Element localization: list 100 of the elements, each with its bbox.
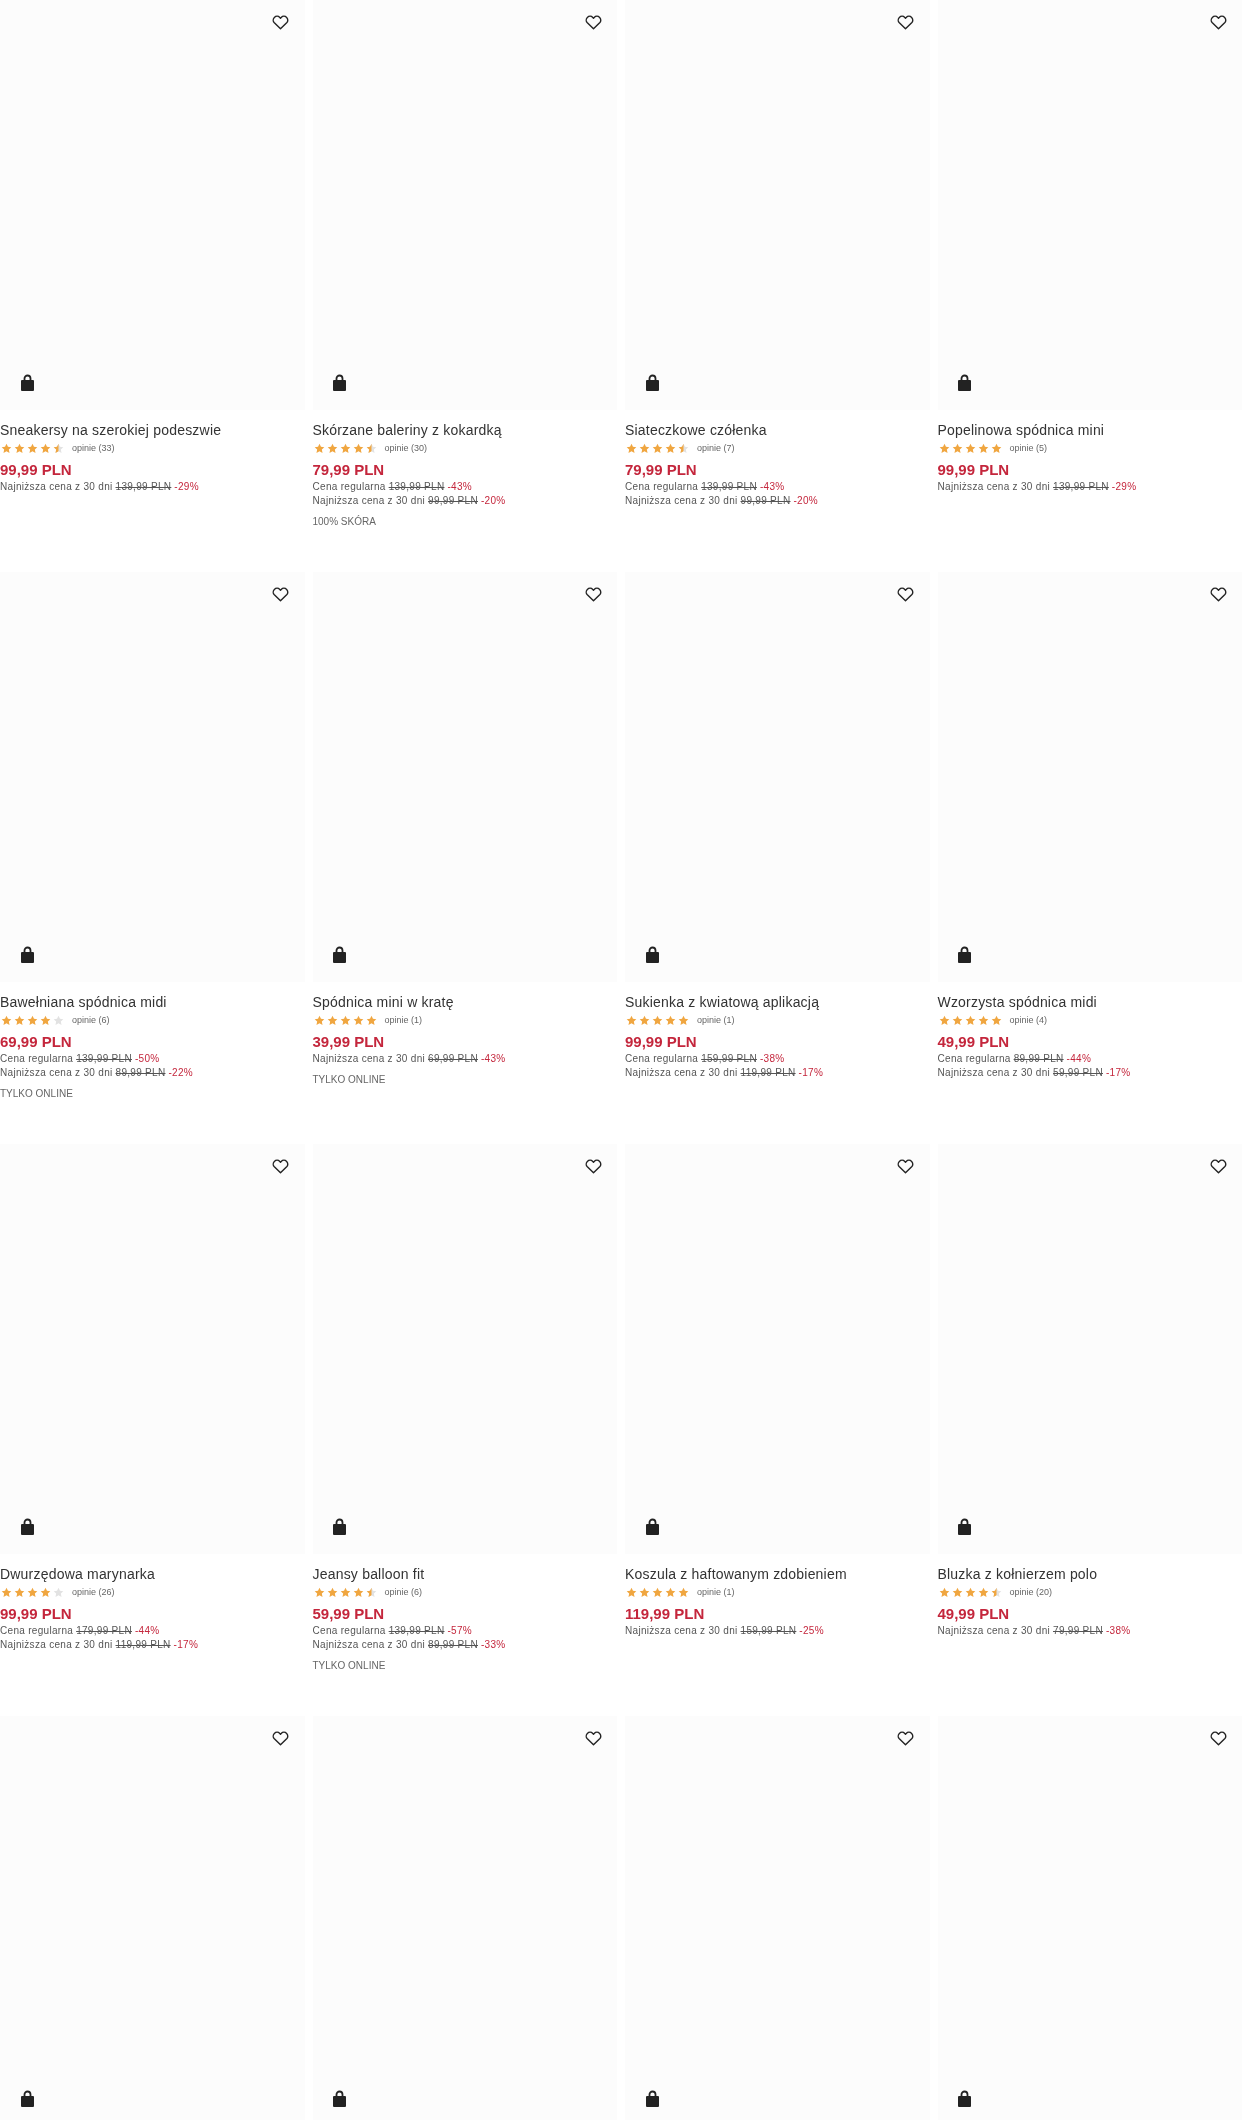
star-icon <box>339 1587 351 1599</box>
add-to-bag-button[interactable] <box>955 945 974 965</box>
product-title[interactable]: Spódnica mini w kratę <box>312 992 617 1012</box>
star-icon <box>938 443 950 455</box>
price-label: Najniższa cena z 30 dni <box>312 493 425 508</box>
product-title[interactable]: Koszula z haftowanym zdobieniem <box>625 1564 930 1584</box>
half-star-icon <box>678 443 689 455</box>
product-title[interactable]: Popelinowa spódnica mini <box>937 420 1242 440</box>
old-price: 119,99 PLN <box>115 1637 171 1652</box>
price-label: Najniższa cena z 30 dni <box>312 1637 425 1652</box>
star-icon <box>990 1015 1002 1027</box>
add-to-bag-button[interactable] <box>330 373 349 393</box>
old-price: 139,99 PLN <box>701 479 757 494</box>
old-price: 69,99 PLN <box>428 1051 478 1066</box>
add-to-bag-button[interactable] <box>18 373 36 393</box>
discount-percent: -43% <box>481 1051 506 1066</box>
half-star-icon <box>990 1587 1002 1599</box>
star-icon <box>652 1015 663 1027</box>
discount-percent: -50% <box>134 1051 160 1066</box>
star-icon <box>339 443 351 455</box>
old-price: 89,99 PLN <box>428 1637 478 1652</box>
star-icon <box>964 1015 976 1027</box>
old-price: 59,99 PLN <box>1053 1065 1103 1080</box>
price-label: Cena regularna <box>625 1051 699 1066</box>
star-icon <box>639 1587 650 1599</box>
add-to-bag-button[interactable] <box>955 373 974 393</box>
review-count: opinie (1) <box>384 1014 423 1027</box>
star-icon <box>352 1015 364 1027</box>
old-price: 89,99 PLN <box>1013 1051 1064 1066</box>
price-label: Najniższa cena z 30 dni <box>312 1051 425 1066</box>
star-icon <box>326 1587 338 1599</box>
discount-percent: -29% <box>1111 479 1137 494</box>
add-to-bag-button[interactable] <box>955 1517 974 1537</box>
product-tag: TYLKO ONLINE <box>0 1085 305 1101</box>
old-price: 159,99 PLN <box>701 1051 757 1066</box>
product-title[interactable]: Skórzane baleriny z kokardką <box>312 420 617 440</box>
star-icon <box>626 1015 637 1027</box>
product-title[interactable]: Sukienka z kwiatową aplikacją <box>625 992 930 1012</box>
discount-percent: -43% <box>447 479 472 494</box>
add-to-bag-button[interactable] <box>18 2089 36 2109</box>
add-to-bag-button[interactable] <box>643 2089 661 2109</box>
price-label: Cena regularna <box>0 1623 74 1638</box>
star-icon <box>40 1015 51 1027</box>
product-price: 99,99 PLN <box>937 459 1011 480</box>
old-price: 99,99 PLN <box>428 493 478 508</box>
add-to-bag-button[interactable] <box>18 1517 36 1537</box>
add-to-bag-button[interactable] <box>643 1517 661 1537</box>
star-icon <box>626 1587 637 1599</box>
price-label: Najniższa cena z 30 dni <box>937 1623 1050 1638</box>
empty-star-icon <box>53 1015 64 1027</box>
star-icon <box>27 1587 38 1599</box>
product-price: 49,99 PLN <box>937 1031 1011 1052</box>
add-to-bag-button[interactable] <box>18 945 36 965</box>
review-count: opinie (6) <box>72 1014 110 1027</box>
add-to-bag-button[interactable] <box>330 1517 349 1537</box>
product-tag: 100% SKÓRA <box>312 513 617 529</box>
add-to-bag-button[interactable] <box>955 2089 974 2109</box>
discount-percent: -17% <box>173 1637 199 1652</box>
product-title[interactable]: Wzorzysta spódnica midi <box>937 992 1242 1012</box>
star-icon <box>326 443 338 455</box>
discount-percent: -17% <box>1106 1065 1131 1080</box>
half-star-icon <box>53 443 64 455</box>
add-to-bag-button[interactable] <box>643 373 661 393</box>
add-to-bag-button[interactable] <box>330 945 349 965</box>
price-label: Cena regularna <box>937 1051 1011 1066</box>
star-icon <box>639 1015 650 1027</box>
old-price: 139,99 PLN <box>115 479 172 494</box>
star-icon <box>639 443 650 455</box>
review-count: opinie (6) <box>384 1586 423 1599</box>
price-label: Najniższa cena z 30 dni <box>0 1065 113 1080</box>
star-icon <box>313 1587 325 1599</box>
price-label: Cena regularna <box>0 1051 74 1066</box>
add-to-bag-button[interactable] <box>643 945 661 965</box>
product-title[interactable]: Bluzka z kołnierzem polo <box>937 1564 1242 1584</box>
half-star-icon <box>365 443 377 455</box>
old-price: 139,99 PLN <box>76 1051 132 1066</box>
add-to-bag-button[interactable] <box>330 2089 349 2109</box>
product-price: 99,99 PLN <box>625 1031 698 1052</box>
product-title[interactable]: Siateczkowe czółenka <box>625 420 930 440</box>
star-icon <box>678 1015 689 1027</box>
price-label: Cena regularna <box>312 479 386 494</box>
star-icon <box>313 443 325 455</box>
old-price: 139,99 PLN <box>388 479 445 494</box>
product-title[interactable]: Bawełniana spódnica midi <box>0 992 305 1012</box>
old-price: 79,99 PLN <box>1053 1623 1103 1638</box>
product-tag: TYLKO ONLINE <box>312 1657 617 1673</box>
star-icon <box>964 1587 976 1599</box>
star-icon <box>352 1587 364 1599</box>
product-price: 119,99 PLN <box>625 1603 706 1624</box>
product-title[interactable]: Dwurzędowa marynarka <box>0 1564 305 1584</box>
product-title[interactable]: Jeansy balloon fit <box>312 1564 617 1584</box>
star-icon <box>14 1587 25 1599</box>
star-icon <box>977 1015 989 1027</box>
review-count: opinie (1) <box>697 1014 735 1027</box>
product-price: 59,99 PLN <box>312 1603 386 1624</box>
discount-percent: -43% <box>759 479 785 494</box>
review-count: opinie (7) <box>697 442 735 455</box>
old-price: 179,99 PLN <box>76 1623 132 1638</box>
product-title[interactable]: Sneakersy na szerokiej podeszwie <box>0 420 305 440</box>
discount-percent: -17% <box>798 1065 824 1080</box>
